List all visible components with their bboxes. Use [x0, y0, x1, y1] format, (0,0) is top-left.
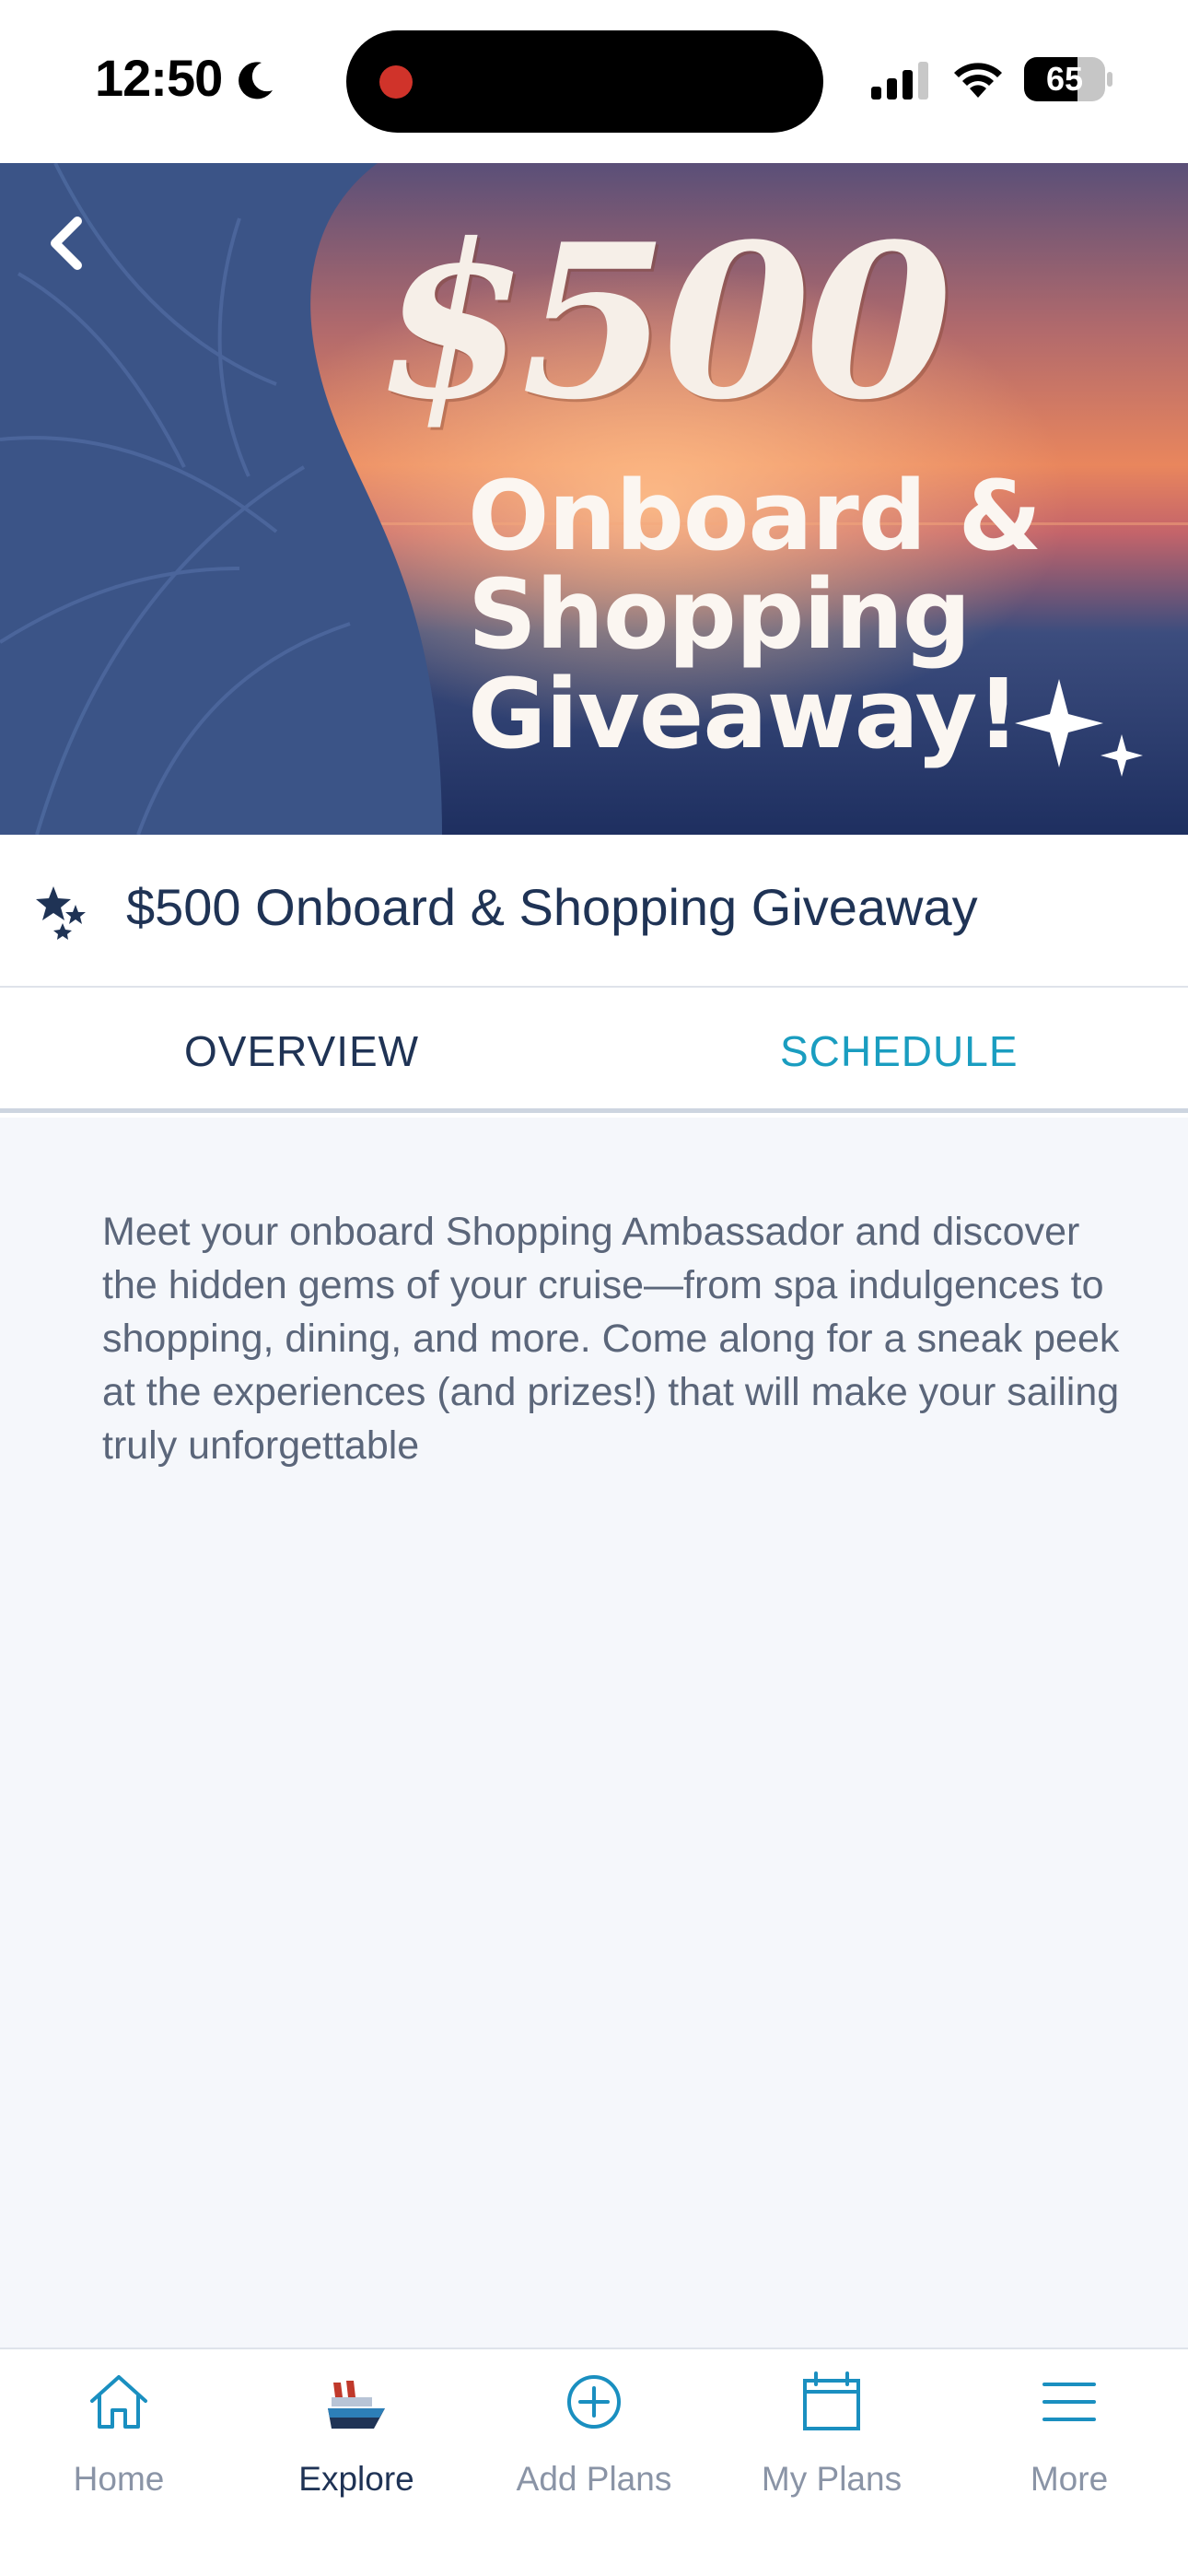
- nav-my-plans-label: My Plans: [761, 2460, 903, 2498]
- cellular-signal-icon: [871, 62, 928, 100]
- nav-explore[interactable]: Explore: [238, 2349, 475, 2534]
- calendar-icon: [803, 2371, 860, 2430]
- battery-level: 65: [1045, 60, 1084, 98]
- recording-indicator-icon: [379, 65, 413, 99]
- nav-add-plans[interactable]: Add Plans: [475, 2349, 713, 2534]
- status-bar: 12:50 65: [0, 0, 1188, 163]
- bottom-navigation: Home Explore Add Plans My Plans More: [0, 2348, 1188, 2576]
- moon-icon: [239, 62, 273, 100]
- wifi-icon: [954, 63, 1002, 98]
- promo-artwork: $500 Onboard & Shopping Giveaway!: [368, 203, 1160, 774]
- status-time: 12:50: [95, 49, 223, 107]
- promo-line-2: Shopping: [468, 558, 971, 671]
- promo-line-3: Giveaway!: [468, 658, 1020, 770]
- plus-circle-icon: [567, 2375, 621, 2429]
- tab-overview[interactable]: OVERVIEW: [184, 1026, 419, 1076]
- event-title: $500 Onboard & Shopping Giveaway: [126, 878, 978, 936]
- promo-amount: $500: [379, 198, 952, 447]
- nav-home[interactable]: Home: [0, 2349, 238, 2534]
- overview-content: Meet your onboard Shopping Ambassador an…: [0, 1118, 1188, 2348]
- nav-more[interactable]: More: [950, 2349, 1188, 2534]
- nav-add-plans-label: Add Plans: [516, 2460, 672, 2498]
- tab-bar: OVERVIEW SCHEDULE: [0, 989, 1188, 1113]
- home-icon: [90, 2375, 147, 2429]
- nav-explore-label: Explore: [298, 2460, 414, 2498]
- ship-icon: [328, 2381, 385, 2429]
- event-description: Meet your onboard Shopping Ambassador an…: [102, 1210, 1120, 1468]
- promo-line-1: Onboard &: [468, 460, 1042, 572]
- nav-my-plans[interactable]: My Plans: [713, 2349, 950, 2534]
- sparkle-stars-icon: [36, 886, 86, 940]
- menu-icon: [1042, 2383, 1096, 2421]
- back-chevron-icon[interactable]: [33, 201, 98, 284]
- tab-schedule[interactable]: SCHEDULE: [780, 1026, 1019, 1076]
- dynamic-island: [346, 30, 823, 133]
- nav-more-label: More: [1030, 2460, 1109, 2498]
- nav-home-label: Home: [73, 2460, 165, 2498]
- event-title-row: $500 Onboard & Shopping Giveaway: [0, 835, 1188, 988]
